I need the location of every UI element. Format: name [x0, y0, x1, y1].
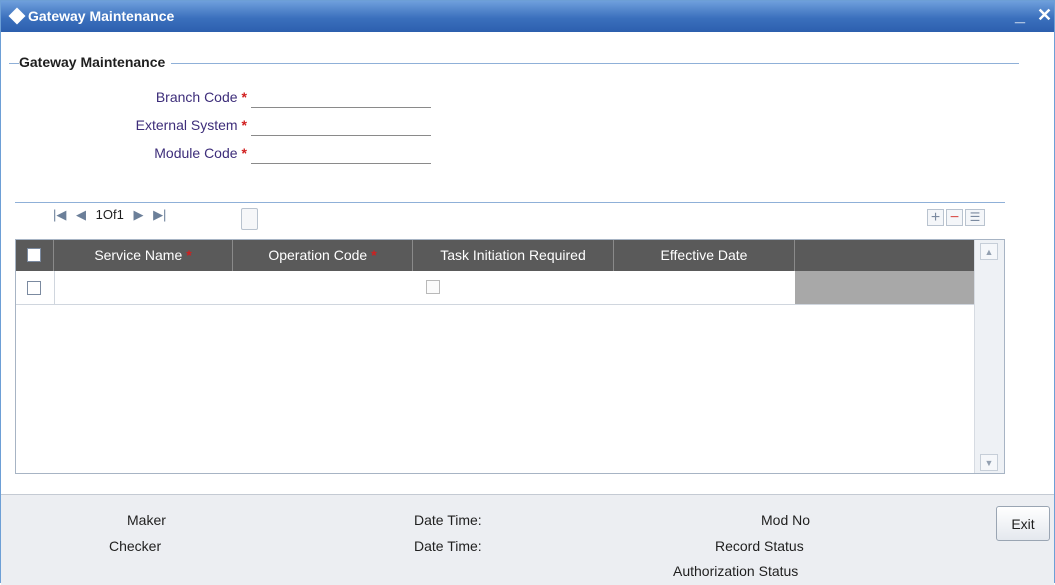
- task-initiation-checkbox[interactable]: [426, 280, 440, 294]
- module-code-input[interactable]: [251, 145, 431, 164]
- mod-no-label: Mod No: [761, 512, 811, 528]
- checker-label: Checker: [109, 538, 162, 554]
- required-marker: *: [241, 117, 247, 133]
- checker-date-time-label: Date Time:: [414, 538, 482, 554]
- maker-label: Maker: [127, 512, 166, 528]
- exit-button[interactable]: Exit: [996, 506, 1050, 541]
- audit-footer: Maker Checker Date Time: Date Time: Mod …: [1, 494, 1054, 585]
- column-header-task-initiation[interactable]: Task Initiation Required: [413, 240, 614, 271]
- scroll-up-icon[interactable]: ▲: [980, 243, 998, 260]
- operation-code-header-label: Operation Code: [268, 247, 368, 263]
- service-name-header-label: Service Name: [94, 247, 183, 263]
- record-status-label: Record Status: [715, 538, 804, 554]
- table-row[interactable]: [16, 271, 974, 305]
- task-initiation-header-label: Task Initiation Required: [440, 247, 586, 263]
- page-number-input[interactable]: [241, 208, 258, 230]
- row-filler-cell: [795, 271, 974, 304]
- first-page-icon[interactable]: |◀: [53, 207, 66, 223]
- gateway-maintenance-window: Gateway Maintenance _ ✕ Gateway Maintena…: [0, 0, 1055, 585]
- branch-code-input[interactable]: [251, 89, 431, 108]
- external-system-label: External System *: [61, 117, 247, 133]
- section-legend: Gateway Maintenance: [19, 54, 172, 70]
- external-system-label-text: External System: [135, 117, 238, 133]
- pager: |◀ ◀ 1Of1 ▶ ▶|: [53, 207, 172, 223]
- table-header: Service Name * Operation Code * Task Initi…: [16, 240, 974, 271]
- row-select-checkbox[interactable]: [27, 281, 41, 295]
- required-marker: *: [371, 247, 377, 263]
- branch-code-label-text: Branch Code: [155, 89, 238, 105]
- column-header-service-name[interactable]: Service Name *: [54, 240, 233, 271]
- module-code-label-text: Module Code: [154, 145, 238, 161]
- vertical-scrollbar[interactable]: ▲ ▼: [974, 240, 1004, 473]
- authorization-status-label: Authorization Status: [673, 563, 799, 579]
- delete-row-icon[interactable]: −: [946, 209, 963, 226]
- select-all-header: [16, 240, 54, 271]
- maker-date-time-label: Date Time:: [414, 512, 482, 528]
- required-marker: *: [186, 247, 192, 263]
- scroll-down-icon[interactable]: ▼: [980, 454, 998, 471]
- single-view-icon[interactable]: ☰: [965, 209, 985, 226]
- gateway-table: Service Name * Operation Code * Task Initi…: [15, 239, 1005, 474]
- effective-date-header-label: Effective Date: [660, 247, 748, 263]
- required-marker: *: [241, 145, 247, 161]
- last-page-icon[interactable]: ▶|: [153, 207, 166, 223]
- close-button[interactable]: ✕: [1037, 6, 1052, 24]
- add-row-icon[interactable]: +: [927, 209, 944, 226]
- prev-page-icon[interactable]: ◀: [76, 207, 86, 223]
- next-page-icon[interactable]: ▶: [133, 207, 143, 223]
- page-indicator: 1Of1: [95, 207, 124, 222]
- select-all-checkbox[interactable]: [27, 248, 41, 262]
- column-header-operation-code[interactable]: Operation Code *: [233, 240, 413, 271]
- title-bar[interactable]: Gateway Maintenance _ ✕: [1, 1, 1054, 32]
- diamond-icon: [8, 7, 26, 25]
- window-title: Gateway Maintenance: [28, 8, 175, 24]
- required-marker: *: [241, 89, 247, 105]
- minimize-button[interactable]: _: [1015, 6, 1025, 24]
- branch-code-label: Branch Code *: [61, 89, 247, 105]
- cell-divider: [54, 271, 55, 304]
- column-header-effective-date[interactable]: Effective Date: [614, 240, 795, 271]
- external-system-input[interactable]: [251, 117, 431, 136]
- module-code-label: Module Code *: [61, 145, 247, 161]
